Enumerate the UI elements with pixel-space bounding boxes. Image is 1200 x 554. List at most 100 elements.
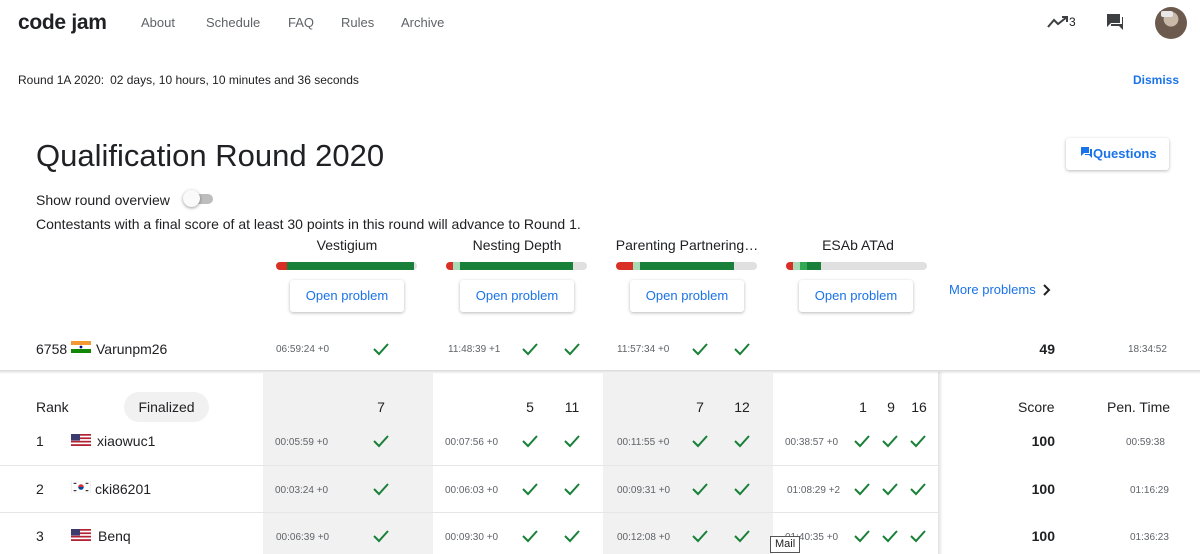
chat-button[interactable] xyxy=(1105,12,1125,37)
check-icon xyxy=(854,530,870,543)
check-icon xyxy=(522,343,538,356)
check-icon xyxy=(882,435,898,448)
table-row-rank: 3 xyxy=(36,528,44,544)
nav-link-rules[interactable]: Rules xyxy=(341,15,374,30)
my-rank: 6758 xyxy=(36,341,68,357)
bar-segment xyxy=(287,262,415,270)
check-icon xyxy=(522,435,538,448)
solve-time: 01:08:29 +2 xyxy=(787,485,841,496)
penalty-header: Pen. Time xyxy=(1107,399,1171,415)
problem-name-esab-atad: ESAb ATAd xyxy=(822,237,894,253)
nav-link-archive[interactable]: Archive xyxy=(401,15,444,30)
solve-rate-bar xyxy=(786,262,927,270)
flag-usa-icon xyxy=(71,529,91,541)
divider xyxy=(0,370,1200,374)
problem-name-parenting-partnering: Parenting Partnering… xyxy=(615,237,759,253)
check-icon xyxy=(692,435,708,448)
bar-segment xyxy=(807,262,822,270)
solve-time: 06:59:24 +0 xyxy=(276,344,330,355)
dismiss-button[interactable]: Dismiss xyxy=(1133,73,1179,87)
points-header: 12 xyxy=(734,399,750,415)
solve-time: 11:57:34 +0 xyxy=(617,344,670,355)
flag-usa-icon xyxy=(71,434,91,446)
table-row-rank: 2 xyxy=(36,481,44,497)
table-row-rank: 1 xyxy=(36,433,44,449)
more-problems-label: More problems xyxy=(949,282,1036,297)
bar-segment xyxy=(276,262,288,270)
chevron-right-icon xyxy=(1042,284,1051,296)
questions-label: Questions xyxy=(1093,146,1157,161)
check-icon xyxy=(734,530,750,543)
open-problem-button-parenting-partnering[interactable]: Open problem xyxy=(630,280,744,312)
check-icon xyxy=(564,435,580,448)
bar-segment xyxy=(453,262,461,270)
top-nav: code jam About Schedule FAQ Rules Archiv… xyxy=(0,0,1200,46)
table-row-username[interactable]: cki86201 xyxy=(95,481,151,497)
points-header: 7 xyxy=(377,399,385,415)
solve-time: 00:12:08 +0 xyxy=(617,532,671,543)
column-shadow xyxy=(938,372,943,554)
check-icon xyxy=(910,435,926,448)
notifications-button[interactable]: 3 xyxy=(1047,13,1087,33)
flag-india-icon xyxy=(71,341,91,353)
bar-segment xyxy=(639,262,735,270)
table-row-username[interactable]: xiaowuc1 xyxy=(97,433,155,449)
points-header: 9 xyxy=(887,399,895,415)
table-row-score: 100 xyxy=(1031,481,1055,497)
solve-time: 00:07:56 +0 xyxy=(445,437,499,448)
code-jam-logo[interactable]: code jam xyxy=(18,11,107,35)
rank-header: Rank xyxy=(36,399,69,415)
bar-segment xyxy=(446,262,454,270)
check-icon xyxy=(564,343,580,356)
solve-time: 00:06:39 +0 xyxy=(276,532,330,543)
questions-button[interactable]: Questions xyxy=(1066,138,1169,170)
round-overview-toggle[interactable] xyxy=(183,190,215,207)
finalized-filter-chip[interactable]: Finalized xyxy=(124,392,209,422)
check-icon xyxy=(734,343,750,356)
points-header: 16 xyxy=(911,399,927,415)
countdown-label: Round 1A 2020: xyxy=(18,73,105,87)
toggle-knob xyxy=(183,190,200,207)
nav-link-faq[interactable]: FAQ xyxy=(288,15,314,30)
open-problem-button-esab-atad[interactable]: Open problem xyxy=(799,280,913,312)
bar-segment xyxy=(632,262,640,270)
points-header: 7 xyxy=(696,399,704,415)
check-icon xyxy=(564,530,580,543)
check-icon xyxy=(692,483,708,496)
check-icon xyxy=(692,343,708,356)
open-problem-button-vestigium[interactable]: Open problem xyxy=(290,280,404,312)
check-icon xyxy=(522,530,538,543)
check-icon xyxy=(882,483,898,496)
solve-rate-bar xyxy=(446,262,587,270)
table-row-username[interactable]: Benq xyxy=(98,528,131,544)
column-shade xyxy=(263,372,433,554)
bar-segment xyxy=(786,262,794,270)
row-separator xyxy=(0,512,940,513)
table-row-score: 100 xyxy=(1031,433,1055,449)
my-username[interactable]: Varunpm26 xyxy=(96,341,167,357)
flag-korea-icon xyxy=(71,481,91,493)
problem-name-nesting-depth: Nesting Depth xyxy=(472,237,562,253)
trending-icon xyxy=(1047,16,1068,28)
chat-icon xyxy=(1107,14,1123,30)
nav-link-schedule[interactable]: Schedule xyxy=(206,15,260,30)
solve-rate-bar xyxy=(616,262,757,270)
nav-link-about[interactable]: About xyxy=(141,15,175,30)
check-icon xyxy=(882,530,898,543)
round-countdown-banner: Round 1A 2020: 02 days, 10 hours, 10 minu… xyxy=(18,73,359,87)
more-problems-link[interactable]: More problems xyxy=(949,282,1052,297)
points-header: 5 xyxy=(526,399,534,415)
table-row-score: 100 xyxy=(1031,528,1055,544)
my-penalty-time: 18:34:52 xyxy=(1128,344,1167,355)
row-separator xyxy=(0,465,940,466)
user-avatar[interactable] xyxy=(1155,7,1187,39)
solve-time: 00:03:24 +0 xyxy=(275,485,329,496)
open-problem-button-nesting-depth[interactable]: Open problem xyxy=(460,280,574,312)
check-icon xyxy=(373,483,389,496)
page-title: Qualification Round 2020 xyxy=(36,138,385,173)
bar-segment xyxy=(616,262,633,270)
problem-name-vestigium: Vestigium xyxy=(316,237,378,253)
table-row-penalty: 00:59:38 xyxy=(1126,437,1165,448)
check-icon xyxy=(564,483,580,496)
check-icon xyxy=(910,483,926,496)
